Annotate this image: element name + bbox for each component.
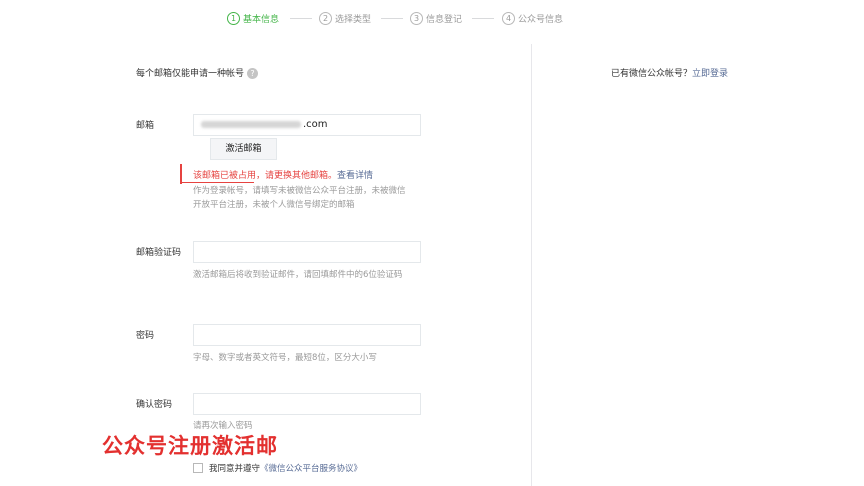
agreement-text: 我同意并遵守 <box>209 464 261 474</box>
step-label: 基本信息 <box>243 14 280 25</box>
step-connector <box>472 18 494 19</box>
step-number: 4 <box>502 11 515 25</box>
step-number: 2 <box>319 11 332 25</box>
service-agreement-link[interactable]: 《微信公众平台服务协议》 <box>260 462 362 474</box>
email-field[interactable]: .com <box>193 114 421 136</box>
step-number: 3 <box>410 11 423 25</box>
step-label: 信息登记 <box>426 14 463 25</box>
login-prompt: 已有微信公众帐号？立即登录 <box>611 66 728 79</box>
blurred-email-text <box>201 120 301 128</box>
step-label: 公众号信息 <box>518 14 564 25</box>
step-basic-info: 1 基本信息 <box>227 11 279 25</box>
step-connector <box>381 18 403 19</box>
verification-code-field[interactable] <box>193 241 421 263</box>
help-icon[interactable]: ? <box>247 68 259 79</box>
step-label: 选择类型 <box>335 14 372 25</box>
view-details-link[interactable]: 查看详情 <box>337 171 373 181</box>
error-underline <box>182 182 254 183</box>
activate-email-button[interactable]: 激活邮箱 <box>210 138 277 160</box>
email-hint: 作为登录帐号，请填写未被微信公众平台注册，未被微信开放平台注册，未被个人微信号绑… <box>193 186 406 210</box>
video-caption-overlay: 公众号注册激活邮 <box>102 434 278 458</box>
form-intro-text: 每个邮箱仅能申请一种帐号 <box>136 69 245 79</box>
confirm-password-label: 确认密码 <box>136 400 173 410</box>
code-label: 邮箱验证码 <box>136 248 182 258</box>
error-marker <box>180 164 182 184</box>
password-label: 密码 <box>136 331 155 341</box>
step-connector <box>290 18 312 19</box>
column-divider <box>531 44 532 486</box>
agreement-row: 我同意并遵守 《微信公众平台服务协议》 <box>193 462 362 474</box>
confirm-password-field[interactable] <box>193 393 421 415</box>
step-number: 1 <box>227 11 240 25</box>
password-hint: 字母、数字或者英文符号，最短8位，区分大小写 <box>193 353 377 363</box>
password-field[interactable] <box>193 324 421 346</box>
step-select-type: 2 选择类型 <box>319 11 371 25</box>
login-prompt-text: 已有微信公众帐号？ <box>611 69 693 79</box>
login-link[interactable]: 立即登录 <box>692 69 728 79</box>
email-value-suffix: .com <box>303 119 328 130</box>
step-account-info: 4 公众号信息 <box>502 11 563 25</box>
email-error: 该邮箱已被占用，请更换其他邮箱。查看详情 <box>193 168 373 181</box>
code-hint: 激活邮箱后将收到验证邮件，请回填邮件中的6位验证码 <box>193 270 403 280</box>
email-error-text: 该邮箱已被占用，请更换其他邮箱。 <box>193 171 338 181</box>
agreement-checkbox[interactable] <box>193 463 203 473</box>
step-info-register: 3 信息登记 <box>410 11 462 25</box>
form-intro: 每个邮箱仅能申请一种帐号? <box>136 66 259 79</box>
email-label: 邮箱 <box>136 121 155 131</box>
